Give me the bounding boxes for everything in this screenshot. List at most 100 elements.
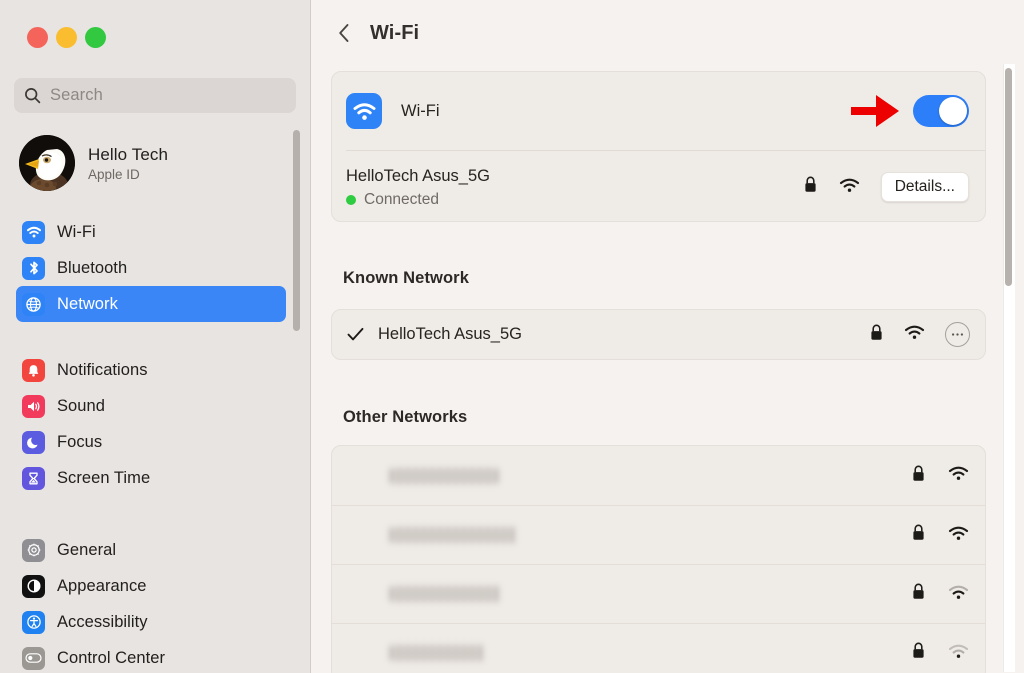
accessibility-icon <box>22 610 45 634</box>
other-network-row[interactable] <box>332 623 985 673</box>
wifi-icon <box>346 93 382 129</box>
other-networks-section-title: Other Networks <box>343 408 468 426</box>
sidebar-item-label: Focus <box>57 432 103 451</box>
search-placeholder: Search <box>50 86 103 104</box>
lock-icon <box>803 175 818 199</box>
sidebar-item-label: Network <box>57 294 118 313</box>
sidebar-item-label: Sound <box>57 396 105 415</box>
other-row-actions <box>911 464 969 488</box>
chevron-left-icon[interactable] <box>334 20 354 46</box>
wifi-toggle-switch[interactable] <box>913 95 969 127</box>
bell-icon <box>22 358 45 382</box>
sidebar: Search Hello Tech Apple ID Wi-Fi Bluetoo… <box>0 0 311 673</box>
sidebar-item-label: Control Center <box>57 648 165 667</box>
sidebar-item-wifi[interactable]: Wi-Fi <box>16 214 286 250</box>
sidebar-item-screen-time[interactable]: Screen Time <box>16 460 286 496</box>
sidebar-group-connectivity: Wi-Fi Bluetooth Network <box>16 214 286 322</box>
close-button[interactable] <box>27 27 48 48</box>
sidebar-item-general[interactable]: General <box>16 532 286 568</box>
other-row-actions <box>911 582 969 606</box>
lock-icon <box>911 582 926 606</box>
eagle-avatar <box>19 135 75 191</box>
page-title: Wi-Fi <box>370 21 420 44</box>
sidebar-item-label: Bluetooth <box>57 258 128 277</box>
wifi-icon <box>22 220 45 244</box>
wifi-signal-icon <box>948 643 969 664</box>
sidebar-scrollbar[interactable] <box>293 130 300 331</box>
gear-icon <box>22 538 45 562</box>
sidebar-item-label: Wi-Fi <box>57 222 96 241</box>
sidebar-item-focus[interactable]: Focus <box>16 424 286 460</box>
sidebar-group-alerts: Notifications Sound Focus Screen Time <box>16 352 286 496</box>
redacted-ssid <box>390 467 498 484</box>
other-network-row[interactable] <box>332 505 985 564</box>
wifi-signal-icon <box>948 525 969 546</box>
right-arrow-icon <box>849 90 901 132</box>
lock-icon <box>911 464 926 488</box>
sidebar-item-label: Notifications <box>57 360 148 379</box>
other-row-actions <box>911 641 969 665</box>
minimize-button[interactable] <box>56 27 77 48</box>
sidebar-item-sound[interactable]: Sound <box>16 388 286 424</box>
hourglass-icon <box>22 466 45 490</box>
checkmark-icon <box>346 327 365 342</box>
sidebar-item-appearance[interactable]: Appearance <box>16 568 286 604</box>
known-network-card: HelloTech Asus_5G <box>331 309 986 360</box>
known-network-section-title: Known Network <box>343 269 469 287</box>
connected-status-label: Connected <box>364 191 439 208</box>
sidebar-group-system: General Appearance Accessibility Control… <box>16 532 286 673</box>
connected-ssid: HelloTech Asus_5G <box>346 167 490 185</box>
toggle-icon <box>22 646 45 670</box>
known-network-row[interactable]: HelloTech Asus_5G <box>332 310 985 359</box>
appearance-icon <box>22 574 45 598</box>
known-network-ssid: HelloTech Asus_5G <box>378 325 522 343</box>
sidebar-item-apple-id[interactable]: Hello Tech Apple ID <box>16 130 286 196</box>
sidebar-item-label: General <box>57 540 117 559</box>
speaker-icon <box>22 394 45 418</box>
moon-icon <box>22 430 45 454</box>
bluetooth-icon <box>22 256 45 280</box>
wifi-signal-icon <box>948 465 969 486</box>
lock-icon <box>869 323 884 347</box>
search-input[interactable]: Search <box>14 78 296 113</box>
other-row-actions <box>911 523 969 547</box>
wifi-toggle-row: Wi-Fi <box>332 72 985 150</box>
search-icon <box>24 87 41 104</box>
wifi-toggle-group <box>849 90 969 132</box>
sidebar-item-label: Appearance <box>57 576 147 595</box>
sidebar-item-accessibility[interactable]: Accessibility <box>16 604 286 640</box>
redacted-ssid <box>390 586 500 602</box>
system-settings-window: Search Hello Tech Apple ID Wi-Fi Bluetoo… <box>0 0 1024 673</box>
other-networks-card <box>331 445 986 673</box>
wifi-signal-icon <box>839 177 860 198</box>
sidebar-item-notifications[interactable]: Notifications <box>16 352 286 388</box>
sidebar-item-bluetooth[interactable]: Bluetooth <box>16 250 286 286</box>
lock-icon <box>911 641 926 665</box>
sidebar-item-control-center[interactable]: Control Center <box>16 640 286 673</box>
connected-status-line: Connected <box>346 191 490 209</box>
account-text: Hello Tech Apple ID <box>88 144 168 183</box>
wifi-signal-icon <box>904 324 925 345</box>
content-scrollbar-thumb[interactable] <box>1005 68 1012 286</box>
account-name: Hello Tech <box>88 144 169 164</box>
status-badge <box>346 195 356 205</box>
lock-icon <box>911 523 926 547</box>
content-pane: Wi-Fi Wi-Fi HelloTech Asus_5G Connected … <box>311 0 1024 673</box>
redacted-ssid <box>390 645 486 661</box>
window-controls <box>27 27 106 48</box>
zoom-button[interactable] <box>85 27 106 48</box>
wifi-card: Wi-Fi HelloTech Asus_5G Connected Detail… <box>331 71 986 222</box>
sidebar-item-network[interactable]: Network <box>16 286 286 322</box>
wifi-row-label: Wi-Fi <box>401 101 440 120</box>
toggle-knob <box>939 97 967 125</box>
other-network-row[interactable] <box>332 446 985 505</box>
account-subtitle: Apple ID <box>88 166 140 182</box>
details-button[interactable]: Details... <box>880 172 969 202</box>
other-network-row[interactable] <box>332 564 985 623</box>
sidebar-item-label: Screen Time <box>57 468 151 487</box>
ellipsis-circle-icon[interactable] <box>945 322 970 347</box>
page-header: Wi-Fi <box>334 20 419 46</box>
connected-row-actions: Details... <box>803 172 969 202</box>
connected-network-row[interactable]: HelloTech Asus_5G Connected Details... <box>332 151 985 223</box>
redacted-ssid <box>390 527 518 543</box>
